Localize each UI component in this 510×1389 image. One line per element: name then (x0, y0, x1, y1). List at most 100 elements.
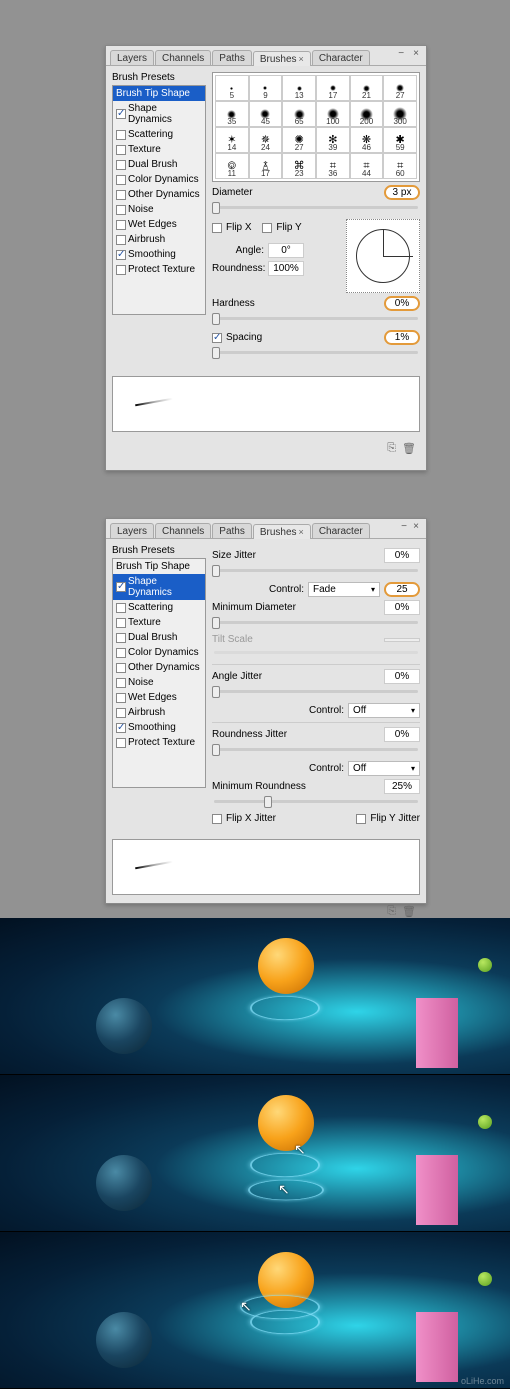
brushes-panel-tip-shape: − × Layers Channels Paths Brushes× Chara… (105, 45, 427, 471)
tab-layers[interactable]: Layers (110, 50, 154, 65)
list-wet-edges[interactable]: Wet Edges (113, 217, 205, 232)
list-color-dynamics[interactable]: Color Dynamics (113, 645, 205, 660)
flipy-label: Flip Y (276, 222, 301, 233)
list-scattering[interactable]: Scattering (113, 127, 205, 142)
result-scene-3: ↖ oLiHe.com (0, 1232, 510, 1389)
minimize-icon[interactable]: − (395, 48, 407, 59)
brush-stroke-preview (112, 376, 420, 432)
angle-jitter-value[interactable]: 0% (384, 669, 420, 684)
list-smoothing[interactable]: ✓Smoothing (113, 720, 205, 735)
size-jitter-label: Size Jitter (212, 550, 380, 561)
trash-icon[interactable]: 🗑 (402, 442, 416, 455)
roundness-label: Roundness: (212, 263, 264, 274)
flipy-checkbox[interactable] (262, 223, 272, 233)
size-jitter-value[interactable]: 0% (384, 548, 420, 563)
watermark: oLiHe.com (461, 1376, 504, 1386)
brush-options-list: Brush Tip Shape ✓Shape Dynamics Scatteri… (112, 558, 206, 788)
tab-character[interactable]: Character (312, 523, 370, 538)
tab-paths[interactable]: Paths (212, 50, 252, 65)
tab-layers[interactable]: Layers (110, 523, 154, 538)
cursor-icon: ↖ (278, 1181, 294, 1199)
min-roundness-slider[interactable] (212, 797, 420, 807)
spacing-value[interactable]: 1% (384, 330, 420, 345)
roundness-jitter-slider[interactable] (212, 745, 420, 755)
list-airbrush[interactable]: Airbrush (113, 232, 205, 247)
list-protect-texture[interactable]: Protect Texture (113, 735, 205, 750)
brush-swatch-grid[interactable]: 5 9 13 17 21 27 35 45 65 100 200 300 ✶14… (212, 72, 420, 182)
result-images: ↖ ↖ ↖ oLiHe.com (0, 918, 510, 1389)
list-noise[interactable]: Noise (113, 202, 205, 217)
flipy-jitter-label: Flip Y Jitter (370, 813, 420, 824)
tab-brushes[interactable]: Brushes× (253, 51, 311, 66)
angle-jitter-label: Angle Jitter (212, 671, 380, 682)
list-scattering[interactable]: Scattering (113, 600, 205, 615)
diameter-value[interactable]: 3 px (384, 185, 420, 200)
hardness-value[interactable]: 0% (384, 296, 420, 311)
size-jitter-slider[interactable] (212, 566, 420, 576)
flipx-jitter-checkbox[interactable] (212, 814, 222, 824)
tab-channels[interactable]: Channels (155, 523, 211, 538)
min-roundness-label: Minimum Roundness (212, 781, 380, 792)
list-shape-dynamics[interactable]: ✓Shape Dynamics (113, 101, 205, 127)
brushes-panel-shape-dynamics: −× Layers Channels Paths Brushes× Charac… (105, 518, 427, 904)
close-icon[interactable]: × (410, 521, 422, 532)
list-protect-texture[interactable]: Protect Texture (113, 262, 205, 277)
list-dual-brush[interactable]: Dual Brush (113, 630, 205, 645)
angle-control-select[interactable]: Off▾ (348, 703, 420, 718)
brush-options-list: Brush Tip Shape ✓Shape Dynamics Scatteri… (112, 85, 206, 315)
min-diameter-label: Minimum Diameter (212, 602, 380, 613)
list-airbrush[interactable]: Airbrush (113, 705, 205, 720)
tab-character[interactable]: Character (312, 50, 370, 65)
cursor-icon: ↖ (294, 1141, 310, 1159)
roundness-control-select[interactable]: Off▾ (348, 761, 420, 776)
list-wet-edges[interactable]: Wet Edges (113, 690, 205, 705)
hardness-label: Hardness (212, 298, 380, 309)
tab-paths[interactable]: Paths (212, 523, 252, 538)
min-roundness-value[interactable]: 25% (384, 779, 420, 794)
list-brush-tip-shape[interactable]: Brush Tip Shape (113, 559, 205, 574)
min-diameter-value[interactable]: 0% (384, 600, 420, 615)
result-scene-2: ↖ ↖ (0, 1075, 510, 1232)
panel-tabs: Layers Channels Paths Brushes× Character (106, 46, 426, 66)
list-texture[interactable]: Texture (113, 142, 205, 157)
hardness-slider[interactable] (212, 314, 420, 324)
angle-value[interactable]: 0° (268, 243, 304, 258)
list-smoothing[interactable]: ✓Smoothing (113, 247, 205, 262)
angle-picker[interactable] (346, 219, 420, 293)
flipx-jitter-label: Flip X Jitter (226, 813, 276, 824)
list-shape-dynamics[interactable]: ✓Shape Dynamics (113, 574, 205, 600)
trash-icon[interactable]: 🗑 (402, 905, 416, 918)
window-controls: − × (395, 48, 422, 59)
list-texture[interactable]: Texture (113, 615, 205, 630)
new-preset-icon[interactable]: ⎘ (387, 442, 396, 455)
angle-label: Angle: (212, 245, 264, 256)
list-brush-tip-shape[interactable]: Brush Tip Shape (113, 86, 205, 101)
spacing-slider[interactable] (212, 348, 420, 358)
size-control-label: Control: (269, 584, 304, 595)
list-other-dynamics[interactable]: Other Dynamics (113, 187, 205, 202)
minimize-icon[interactable]: − (398, 521, 410, 532)
angle-jitter-slider[interactable] (212, 687, 420, 697)
close-icon[interactable]: × (410, 48, 422, 59)
size-control-select[interactable]: Fade▾ (308, 582, 380, 597)
roundness-control-label: Control: (309, 763, 344, 774)
spacing-checkbox[interactable]: ✓ (212, 333, 222, 343)
flipx-checkbox[interactable] (212, 223, 222, 233)
list-noise[interactable]: Noise (113, 675, 205, 690)
min-diameter-slider[interactable] (212, 618, 420, 628)
result-scene-1 (0, 918, 510, 1075)
list-color-dynamics[interactable]: Color Dynamics (113, 172, 205, 187)
tab-channels[interactable]: Channels (155, 50, 211, 65)
list-other-dynamics[interactable]: Other Dynamics (113, 660, 205, 675)
roundness-jitter-value[interactable]: 0% (384, 727, 420, 742)
tilt-scale-value (384, 638, 420, 642)
list-dual-brush[interactable]: Dual Brush (113, 157, 205, 172)
roundness-value[interactable]: 100% (268, 261, 304, 276)
flipy-jitter-checkbox[interactable] (356, 814, 366, 824)
size-control-value[interactable]: 25 (384, 582, 420, 597)
new-preset-icon[interactable]: ⎘ (387, 905, 396, 918)
spacing-label: Spacing (226, 332, 380, 343)
tab-brushes[interactable]: Brushes× (253, 524, 311, 539)
brush-presets-label: Brush Presets (112, 545, 206, 556)
diameter-slider[interactable] (212, 203, 420, 213)
